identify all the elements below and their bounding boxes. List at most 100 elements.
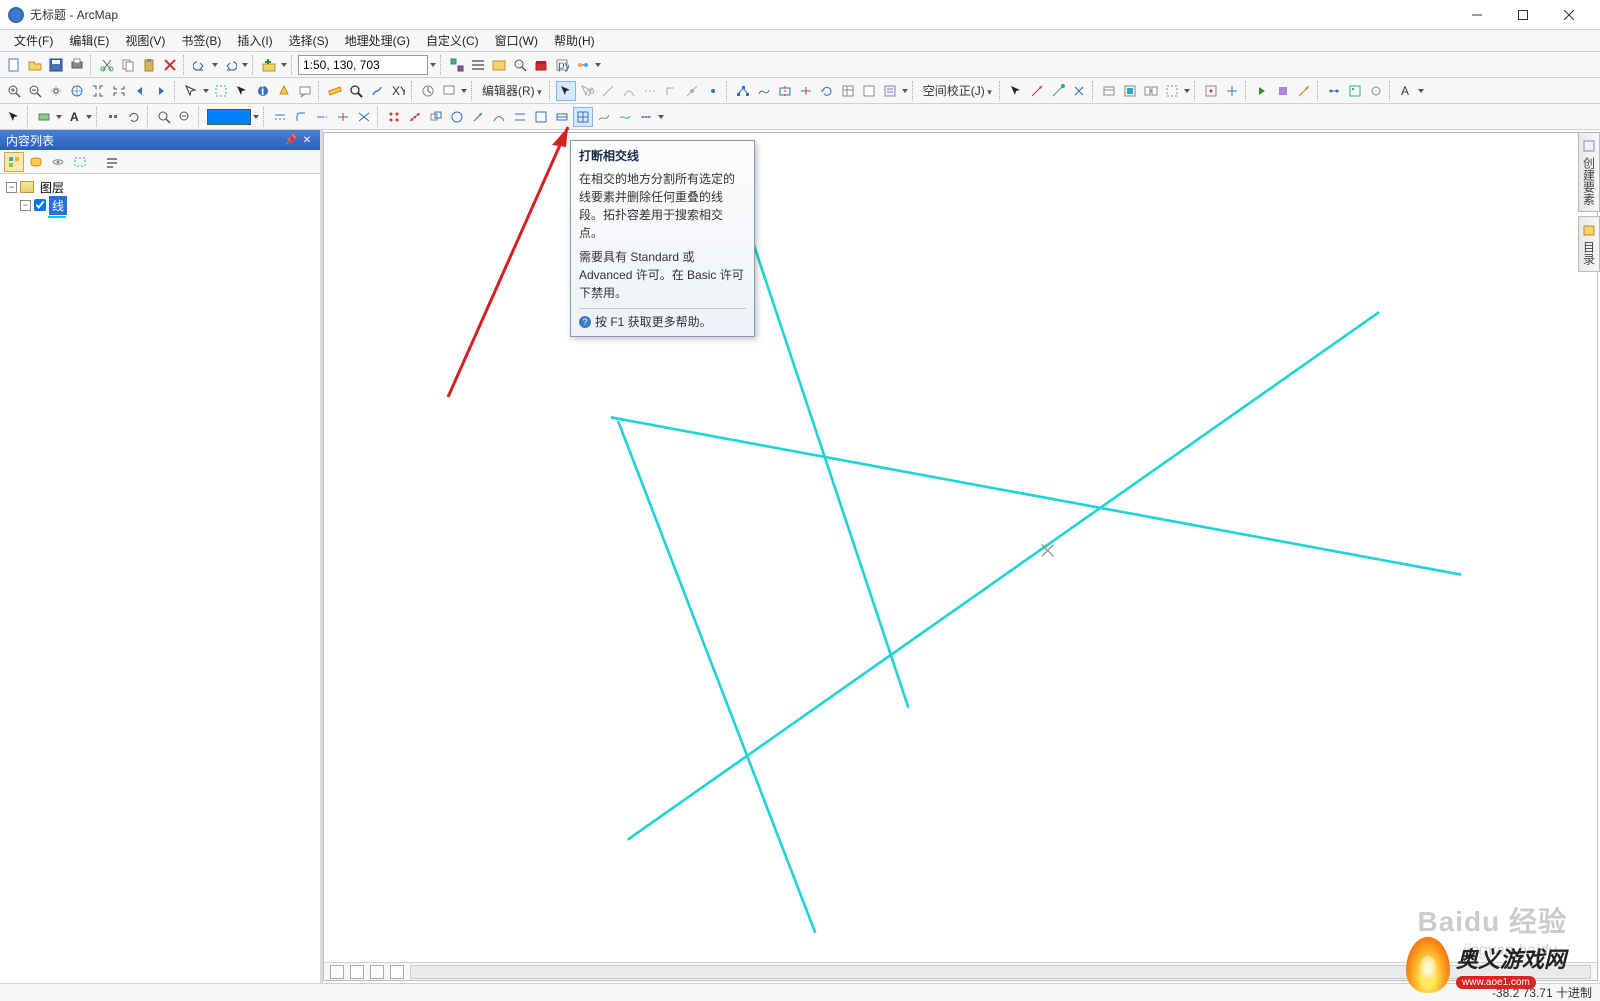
- map-canvas[interactable]: Baidu 经验 jingyan.baidu: [323, 132, 1598, 981]
- undo-icon[interactable]: [190, 55, 210, 75]
- adv-extend-icon[interactable]: [312, 107, 332, 127]
- attributes-icon[interactable]: [838, 81, 858, 101]
- zoom-in2-icon[interactable]: [154, 107, 174, 127]
- redo-dropdown[interactable]: [241, 55, 249, 75]
- adv-copy-parallel-icon[interactable]: [270, 107, 290, 127]
- midpoint-icon[interactable]: [682, 81, 702, 101]
- planarize-lines-icon[interactable]: [573, 107, 593, 127]
- print-icon[interactable]: [67, 55, 87, 75]
- pan-icon[interactable]: [46, 81, 66, 101]
- rotate2-icon[interactable]: [124, 107, 144, 127]
- clear-selection-icon[interactable]: [211, 81, 231, 101]
- time-slider-icon[interactable]: [418, 81, 438, 101]
- draw-text-dropdown[interactable]: [85, 107, 93, 127]
- tree-collapse-icon[interactable]: −: [20, 200, 31, 211]
- adv-fillet-icon[interactable]: [291, 107, 311, 127]
- cut-icon[interactable]: [97, 55, 117, 75]
- tree-layer0-row[interactable]: − 线: [6, 196, 314, 214]
- rotate-icon[interactable]: [817, 81, 837, 101]
- sa-preview-icon[interactable]: [1120, 81, 1140, 101]
- tree-collapse-icon[interactable]: −: [6, 182, 17, 193]
- sa-view-link-table-icon[interactable]: [1099, 81, 1119, 101]
- sketch-properties-icon[interactable]: [859, 81, 879, 101]
- fixed-zoom-in-icon[interactable]: [88, 81, 108, 101]
- menu-customize[interactable]: 自定义(C): [418, 30, 487, 51]
- full-extent-icon[interactable]: [67, 81, 87, 101]
- standard-overflow[interactable]: [594, 55, 602, 75]
- fill-color-dropdown[interactable]: [252, 107, 260, 127]
- sa-limited-adjust-icon[interactable]: [1162, 81, 1182, 101]
- toc-close-icon[interactable]: ✕: [300, 133, 314, 147]
- menu-help[interactable]: 帮助(H): [546, 30, 603, 51]
- toc-list-by-source-icon[interactable]: [26, 152, 46, 172]
- search-window-icon[interactable]: [510, 55, 530, 75]
- pause-drawing-button[interactable]: [390, 965, 404, 979]
- adv-circle-icon[interactable]: [447, 107, 467, 127]
- next-extent-icon[interactable]: [151, 81, 171, 101]
- add-data-dropdown[interactable]: [280, 55, 288, 75]
- adv-copy-features-icon[interactable]: [426, 107, 446, 127]
- georef-tool3-icon[interactable]: [1273, 81, 1293, 101]
- adv-trim-icon[interactable]: [333, 107, 353, 127]
- close-button[interactable]: [1546, 0, 1592, 30]
- python-icon[interactable]: py: [552, 55, 572, 75]
- adv-replace-sketch-icon[interactable]: [552, 107, 572, 127]
- zoom-out2-icon[interactable]: [175, 107, 195, 127]
- menu-edit[interactable]: 编辑(E): [61, 30, 117, 51]
- straight-segment-icon[interactable]: [598, 81, 618, 101]
- edit-tool-icon[interactable]: [556, 81, 576, 101]
- sa-edge-match-icon[interactable]: [1069, 81, 1089, 101]
- create-features-icon[interactable]: [880, 81, 900, 101]
- split-icon[interactable]: [796, 81, 816, 101]
- adv-replace-geometry-icon[interactable]: [468, 107, 488, 127]
- hyperlink-icon[interactable]: [274, 81, 294, 101]
- edit-vertices2-icon[interactable]: [103, 107, 123, 127]
- menu-bookmarks[interactable]: 书签(B): [173, 30, 229, 51]
- copy-icon[interactable]: [118, 55, 138, 75]
- catalog-icon[interactable]: [489, 55, 509, 75]
- right-tab-create-features[interactable]: 创建要素: [1578, 132, 1600, 212]
- spatial-adjustment-menu[interactable]: 空间校正(J): [919, 82, 996, 99]
- arctoolbox-icon[interactable]: [531, 55, 551, 75]
- find-route-icon[interactable]: [367, 81, 387, 101]
- draw-shape-dropdown[interactable]: [55, 107, 63, 127]
- sa-identity-link-icon[interactable]: [1048, 81, 1068, 101]
- trace-icon[interactable]: [640, 81, 660, 101]
- toc-list-by-selection-icon[interactable]: [70, 152, 90, 172]
- prev-extent-icon[interactable]: [130, 81, 150, 101]
- open-icon[interactable]: [25, 55, 45, 75]
- adv-explode-icon[interactable]: [384, 107, 404, 127]
- undo-dropdown[interactable]: [211, 55, 219, 75]
- select-elements-icon[interactable]: [232, 81, 252, 101]
- layer-symbol-icon[interactable]: [48, 216, 66, 218]
- menu-insert[interactable]: 插入(I): [229, 30, 280, 51]
- georef-overflow[interactable]: [1417, 81, 1425, 101]
- menu-geoprocessing[interactable]: 地理处理(G): [337, 30, 418, 51]
- paste-icon[interactable]: [139, 55, 159, 75]
- adv-line-intersection-icon[interactable]: [354, 107, 374, 127]
- sa-attribute-transfer-icon[interactable]: [1141, 81, 1161, 101]
- tree-layer0-label[interactable]: 线: [49, 196, 67, 215]
- sa-overflow[interactable]: [1183, 81, 1191, 101]
- menu-window[interactable]: 窗口(W): [487, 30, 546, 51]
- layout-view-button[interactable]: [350, 965, 364, 979]
- html-popup-icon[interactable]: [295, 81, 315, 101]
- georef-tool6-icon[interactable]: [1345, 81, 1365, 101]
- minimize-button[interactable]: [1454, 0, 1500, 30]
- layer-visibility-checkbox[interactable]: [34, 199, 46, 211]
- add-data-icon[interactable]: [259, 55, 279, 75]
- adv-overflow[interactable]: [657, 107, 665, 127]
- maximize-button[interactable]: [1500, 0, 1546, 30]
- scale-input[interactable]: [298, 55, 428, 75]
- draw-text-icon[interactable]: A: [64, 107, 84, 127]
- cut-polygon-icon[interactable]: [775, 81, 795, 101]
- go-next-icon[interactable]: [1252, 81, 1272, 101]
- data-view-button[interactable]: [330, 965, 344, 979]
- select-features-icon[interactable]: [181, 81, 201, 101]
- refresh-button[interactable]: [370, 965, 384, 979]
- delete-icon[interactable]: [160, 55, 180, 75]
- reshape-icon[interactable]: [754, 81, 774, 101]
- model-builder-icon[interactable]: [573, 55, 593, 75]
- select-features-dropdown[interactable]: [202, 81, 210, 101]
- point-icon[interactable]: [703, 81, 723, 101]
